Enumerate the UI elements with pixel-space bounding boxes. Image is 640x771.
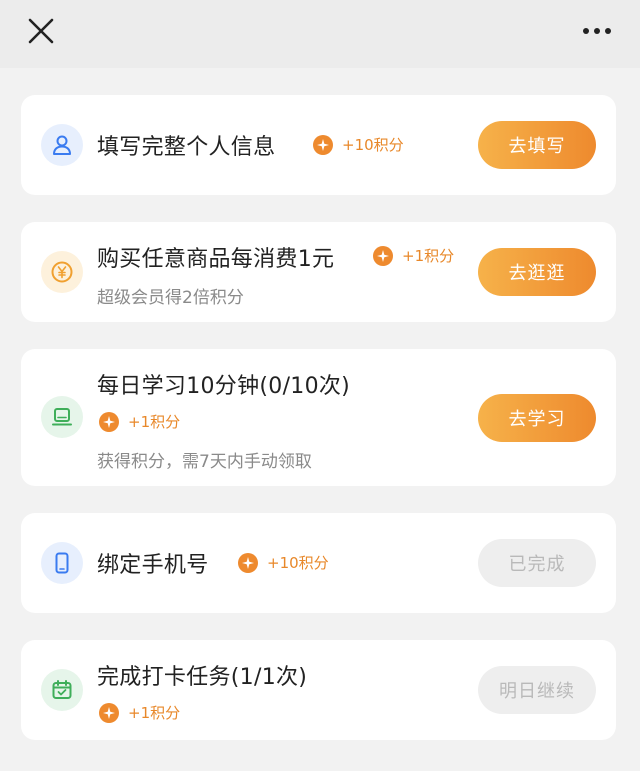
task-card-bind-phone: 绑定手机号 +10积分 已完成 [21, 513, 616, 613]
task-title: 填写完整个人信息 [97, 135, 276, 160]
task-points: +10积分 [238, 552, 329, 573]
points-star-icon [99, 702, 119, 723]
points-label: +1积分 [128, 704, 181, 722]
points-label: +1积分 [128, 413, 181, 431]
fill-in-button[interactable]: 去填写 [478, 121, 596, 169]
points-star-icon [99, 411, 119, 432]
task-title: 购买任意商品每消费1元 [97, 247, 335, 272]
task-subtitle: 获得积分，需7天内手动领取 [97, 452, 312, 472]
points-label: +1积分 [402, 247, 455, 265]
more-icon[interactable] [582, 22, 612, 40]
task-points: +1积分 [99, 702, 180, 723]
task-title: 绑定手机号 [97, 553, 209, 578]
study-laptop-icon [41, 396, 83, 438]
task-card-study: 每日学习10分钟(0/10次) +1积分 获得积分，需7天内手动领取 去学习 [21, 349, 616, 486]
task-subtitle: 超级会员得2倍积分 [97, 288, 244, 308]
completed-button[interactable]: 已完成 [478, 539, 596, 587]
task-title: 每日学习10分钟(0/10次) [97, 374, 351, 399]
continue-tomorrow-button[interactable]: 明日继续 [478, 666, 596, 714]
points-label: +10积分 [267, 554, 329, 572]
browse-button[interactable]: 去逛逛 [478, 248, 596, 296]
calendar-check-icon [41, 669, 83, 711]
points-star-icon [313, 134, 333, 155]
user-icon [41, 124, 83, 166]
top-bar [0, 0, 640, 68]
points-star-icon [238, 552, 258, 573]
task-card-purchase: 购买任意商品每消费1元 +1积分 超级会员得2倍积分 去逛逛 [21, 222, 616, 322]
task-points: +1积分 [373, 245, 454, 266]
task-title: 完成打卡任务(1/1次) [97, 665, 308, 690]
task-points: +10积分 [313, 134, 404, 155]
study-button[interactable]: 去学习 [478, 394, 596, 442]
points-label: +10积分 [342, 136, 404, 154]
close-icon[interactable] [26, 16, 56, 46]
task-list: 填写完整个人信息 +10积分 去填写 购买任意商品每消费1元 +1积分 超级会员… [0, 68, 640, 740]
phone-icon [41, 542, 83, 584]
task-points: +1积分 [99, 411, 180, 432]
task-card-checkin: 完成打卡任务(1/1次) +1积分 明日继续 [21, 640, 616, 740]
yuan-coin-icon [41, 251, 83, 293]
task-card-profile: 填写完整个人信息 +10积分 去填写 [21, 95, 616, 195]
points-star-icon [373, 245, 393, 266]
